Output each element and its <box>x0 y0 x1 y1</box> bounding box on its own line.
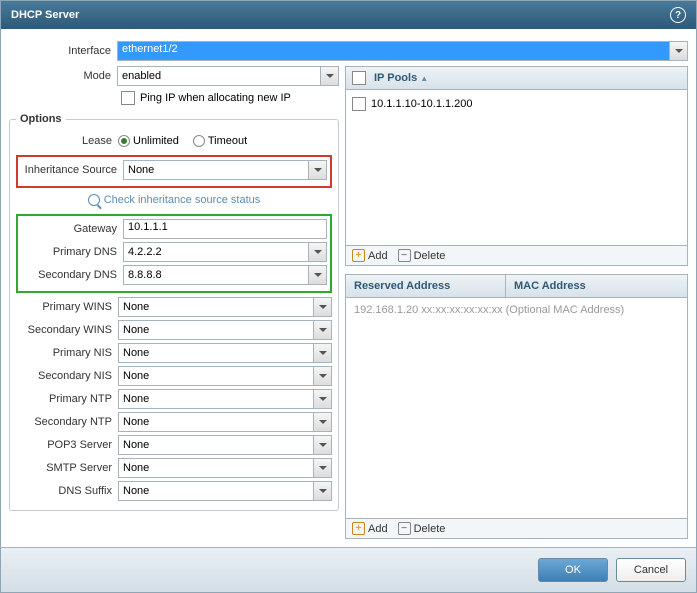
primary-dns-row: Primary DNS 4.2.2.2 <box>21 242 327 262</box>
two-column-layout: Mode enabled Ping IP when allocating new… <box>9 66 688 539</box>
radio-icon <box>193 135 205 147</box>
plus-icon: + <box>352 249 365 262</box>
minus-icon: − <box>398 522 411 535</box>
interface-input[interactable]: ethernet1/2 <box>117 41 670 61</box>
ping-ip-checkbox[interactable] <box>121 91 135 105</box>
primary-wins-select[interactable]: None <box>118 297 314 317</box>
lease-timeout-radio[interactable]: Timeout <box>193 135 247 147</box>
secondary-wins-select[interactable]: None <box>118 320 314 340</box>
ip-pools-select-all-checkbox[interactable] <box>352 71 366 85</box>
secondary-dns-row: Secondary DNS 8.8.8.8 <box>21 265 327 285</box>
titlebar: DHCP Server ? <box>1 1 696 29</box>
dropdown-icon[interactable] <box>314 297 332 317</box>
reserved-delete-button[interactable]: −Delete <box>398 522 446 535</box>
lease-label: Lease <box>16 135 118 147</box>
interface-dropdown-icon[interactable] <box>670 41 688 61</box>
minus-icon: − <box>398 249 411 262</box>
ping-ip-label: Ping IP when allocating new IP <box>140 92 291 104</box>
reserved-address-col[interactable]: Reserved Address <box>346 275 506 297</box>
right-column: IP Pools 10.1.1.10-10.1.1.200 +Add −Dele… <box>345 66 688 539</box>
ip-pools-header[interactable]: IP Pools <box>346 67 687 90</box>
dialog-body: Interface ethernet1/2 Mode enabled Ping … <box>1 29 696 547</box>
inheritance-dropdown-icon[interactable] <box>309 160 327 180</box>
gateway-input[interactable]: 10.1.1.1 <box>123 219 327 239</box>
primary-nis-select[interactable]: None <box>118 343 314 363</box>
dropdown-icon[interactable] <box>309 242 327 262</box>
interface-label: Interface <box>9 45 117 57</box>
dropdown-icon[interactable] <box>314 320 332 340</box>
inheritance-select[interactable]: None <box>123 160 309 180</box>
reserved-body: 192.168.1.20 xx:xx:xx:xx:xx:xx (Optional… <box>346 298 687 518</box>
options-legend: Options <box>16 113 66 125</box>
primary-ntp-select[interactable]: None <box>118 389 314 409</box>
dns-gateway-highlight: Gateway 10.1.1.1 Primary DNS 4.2.2.2 Sec… <box>16 214 332 293</box>
mode-label: Mode <box>9 70 117 82</box>
mode-dropdown-icon[interactable] <box>321 66 339 86</box>
reserved-footer: +Add −Delete <box>346 518 687 538</box>
inheritance-row: Inheritance Source None <box>21 160 327 180</box>
mode-row: Mode enabled <box>9 66 339 86</box>
reserved-panel: Reserved Address MAC Address 192.168.1.2… <box>345 274 688 539</box>
dropdown-icon[interactable] <box>314 458 332 478</box>
dropdown-icon[interactable] <box>314 412 332 432</box>
sort-icon <box>417 72 428 84</box>
button-bar: OK Cancel <box>1 547 696 592</box>
inheritance-highlight: Inheritance Source None <box>16 155 332 188</box>
primary-dns-select[interactable]: 4.2.2.2 <box>123 242 309 262</box>
pop3-select[interactable]: None <box>118 435 314 455</box>
secondary-dns-select[interactable]: 8.8.8.8 <box>123 265 309 285</box>
dropdown-icon[interactable] <box>309 265 327 285</box>
check-inheritance-link[interactable]: Check inheritance source status <box>16 194 332 206</box>
help-icon[interactable]: ? <box>670 7 686 23</box>
smtp-select[interactable]: None <box>118 458 314 478</box>
ip-pool-checkbox[interactable] <box>352 97 366 111</box>
mac-address-col[interactable]: MAC Address <box>506 275 687 297</box>
ok-button[interactable]: OK <box>538 558 608 582</box>
dropdown-icon[interactable] <box>314 389 332 409</box>
left-column: Mode enabled Ping IP when allocating new… <box>9 66 339 539</box>
ip-pools-footer: +Add −Delete <box>346 245 687 265</box>
dropdown-icon[interactable] <box>314 435 332 455</box>
magnifier-icon <box>88 194 100 206</box>
reserved-header: Reserved Address MAC Address <box>346 275 687 298</box>
lease-row: Lease Unlimited Timeout <box>16 135 332 147</box>
ip-pools-delete-button[interactable]: −Delete <box>398 249 446 262</box>
ip-pools-panel: IP Pools 10.1.1.10-10.1.1.200 +Add −Dele… <box>345 66 688 266</box>
ip-pools-body: 10.1.1.10-10.1.1.200 <box>346 90 687 245</box>
secondary-ntp-select[interactable]: None <box>118 412 314 432</box>
lease-unlimited-radio[interactable]: Unlimited <box>118 135 179 147</box>
plus-icon: + <box>352 522 365 535</box>
dropdown-icon[interactable] <box>314 343 332 363</box>
options-fieldset: Options Lease Unlimited Timeout <box>9 113 339 511</box>
ip-pools-add-button[interactable]: +Add <box>352 249 388 262</box>
ip-pool-row[interactable]: 10.1.1.10-10.1.1.200 <box>350 94 683 114</box>
dns-suffix-select[interactable]: None <box>118 481 314 501</box>
cancel-button[interactable]: Cancel <box>616 558 686 582</box>
dropdown-icon[interactable] <box>314 366 332 386</box>
inheritance-label: Inheritance Source <box>21 164 123 176</box>
radio-icon <box>118 135 130 147</box>
dialog-title: DHCP Server <box>11 9 79 21</box>
gateway-row: Gateway 10.1.1.1 <box>21 219 327 239</box>
ping-ip-row: Ping IP when allocating new IP <box>121 91 339 105</box>
reserved-add-button[interactable]: +Add <box>352 522 388 535</box>
mode-select[interactable]: enabled <box>117 66 321 86</box>
interface-row: Interface ethernet1/2 <box>9 41 688 61</box>
dropdown-icon[interactable] <box>314 481 332 501</box>
dhcp-server-dialog: DHCP Server ? Interface ethernet1/2 Mode… <box>0 0 697 593</box>
secondary-nis-select[interactable]: None <box>118 366 314 386</box>
